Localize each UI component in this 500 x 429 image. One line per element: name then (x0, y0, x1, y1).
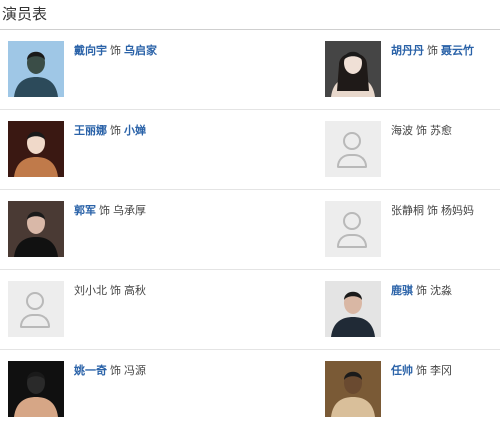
actor-name-link[interactable]: 鹿骐 (391, 284, 413, 297)
cast-row: 王丽娜饰小婵 海波饰苏愈 (0, 110, 500, 190)
cast-section-header: 演员表 (0, 0, 500, 30)
role-name: 沈淼 (430, 284, 452, 297)
cast-card: 胡丹丹饰聂云竹 (250, 30, 500, 109)
actor-photo[interactable] (325, 41, 381, 97)
cast-card: 任帅饰李冈 (250, 350, 500, 429)
cast-card: 姚一奇饰冯源 (0, 350, 250, 429)
cast-card: 张静桐饰杨妈妈 (250, 190, 500, 269)
person-head-icon (26, 292, 44, 310)
actor-photo[interactable] (8, 41, 64, 97)
role-name-link[interactable]: 小婵 (124, 124, 146, 137)
role-name: 苏愈 (430, 124, 452, 137)
role-name: 乌承厚 (113, 204, 146, 217)
actor-photo[interactable] (8, 121, 64, 177)
cast-names: 张静桐饰杨妈妈 (391, 202, 474, 218)
cast-row: 刘小北饰高秋 鹿骐饰沈淼 (0, 270, 500, 350)
cast-card: 王丽娜饰小婵 (0, 110, 250, 189)
actor-photo[interactable] (8, 201, 64, 257)
person-body-icon (20, 314, 50, 328)
cast-names: 戴向宇饰乌启家 (74, 42, 157, 58)
cast-names: 刘小北饰高秋 (74, 282, 146, 298)
role-separator: 饰 (110, 364, 121, 377)
role-separator: 饰 (110, 284, 121, 297)
cast-names: 任帅饰李冈 (391, 362, 452, 378)
role-name: 高秋 (124, 284, 146, 297)
role-separator: 饰 (416, 124, 427, 137)
cast-card: 郭军饰乌承厚 (0, 190, 250, 269)
cast-names: 王丽娜饰小婵 (74, 122, 146, 138)
role-name: 冯源 (124, 364, 146, 377)
cast-card: 海波饰苏愈 (250, 110, 500, 189)
actor-name-link[interactable]: 任帅 (391, 364, 413, 377)
actor-name-link[interactable]: 姚一奇 (74, 364, 107, 377)
actor-name-link[interactable]: 郭军 (74, 204, 96, 217)
cast-list: 戴向宇饰乌启家 胡丹丹饰聂云竹 王丽娜饰小婵 海波饰苏愈 郭军饰乌承厚 张静桐饰杨妈妈 刘小… (0, 30, 500, 429)
cast-names: 姚一奇饰冯源 (74, 362, 146, 378)
avatar-placeholder-icon (325, 201, 381, 257)
actor-name: 张静桐 (391, 204, 424, 217)
role-name-link[interactable]: 聂云竹 (441, 44, 474, 57)
cast-names: 郭军饰乌承厚 (74, 202, 146, 218)
avatar-placeholder-icon (8, 281, 64, 337)
actor-photo[interactable] (325, 281, 381, 337)
avatar-placeholder-icon (325, 121, 381, 177)
actor-name-link[interactable]: 胡丹丹 (391, 44, 424, 57)
role-separator: 饰 (427, 204, 438, 217)
role-separator: 饰 (110, 124, 121, 137)
person-head-icon (343, 212, 361, 230)
cast-row: 姚一奇饰冯源 任帅饰李冈 (0, 350, 500, 429)
role-name-link[interactable]: 乌启家 (124, 44, 157, 57)
role-name: 杨妈妈 (441, 204, 474, 217)
cast-names: 海波饰苏愈 (391, 122, 452, 138)
cast-card: 刘小北饰高秋 (0, 270, 250, 349)
role-separator: 饰 (416, 284, 427, 297)
cast-row: 戴向宇饰乌启家 胡丹丹饰聂云竹 (0, 30, 500, 110)
role-separator: 饰 (110, 44, 121, 57)
role-separator: 饰 (427, 44, 438, 57)
actor-photo[interactable] (8, 361, 64, 417)
cast-names: 鹿骐饰沈淼 (391, 282, 452, 298)
cast-card: 戴向宇饰乌启家 (0, 30, 250, 109)
role-name: 李冈 (430, 364, 452, 377)
cast-row: 郭军饰乌承厚 张静桐饰杨妈妈 (0, 190, 500, 270)
actor-photo[interactable] (325, 361, 381, 417)
cast-card: 鹿骐饰沈淼 (250, 270, 500, 349)
actor-name: 海波 (391, 124, 413, 137)
person-head-icon (343, 132, 361, 150)
actor-name-link[interactable]: 王丽娜 (74, 124, 107, 137)
person-body-icon (337, 154, 367, 168)
person-body-icon (337, 234, 367, 248)
role-separator: 饰 (99, 204, 110, 217)
cast-title: 演员表 (2, 5, 48, 23)
actor-name: 刘小北 (74, 284, 107, 297)
role-separator: 饰 (416, 364, 427, 377)
cast-names: 胡丹丹饰聂云竹 (391, 42, 474, 58)
actor-name-link[interactable]: 戴向宇 (74, 44, 107, 57)
